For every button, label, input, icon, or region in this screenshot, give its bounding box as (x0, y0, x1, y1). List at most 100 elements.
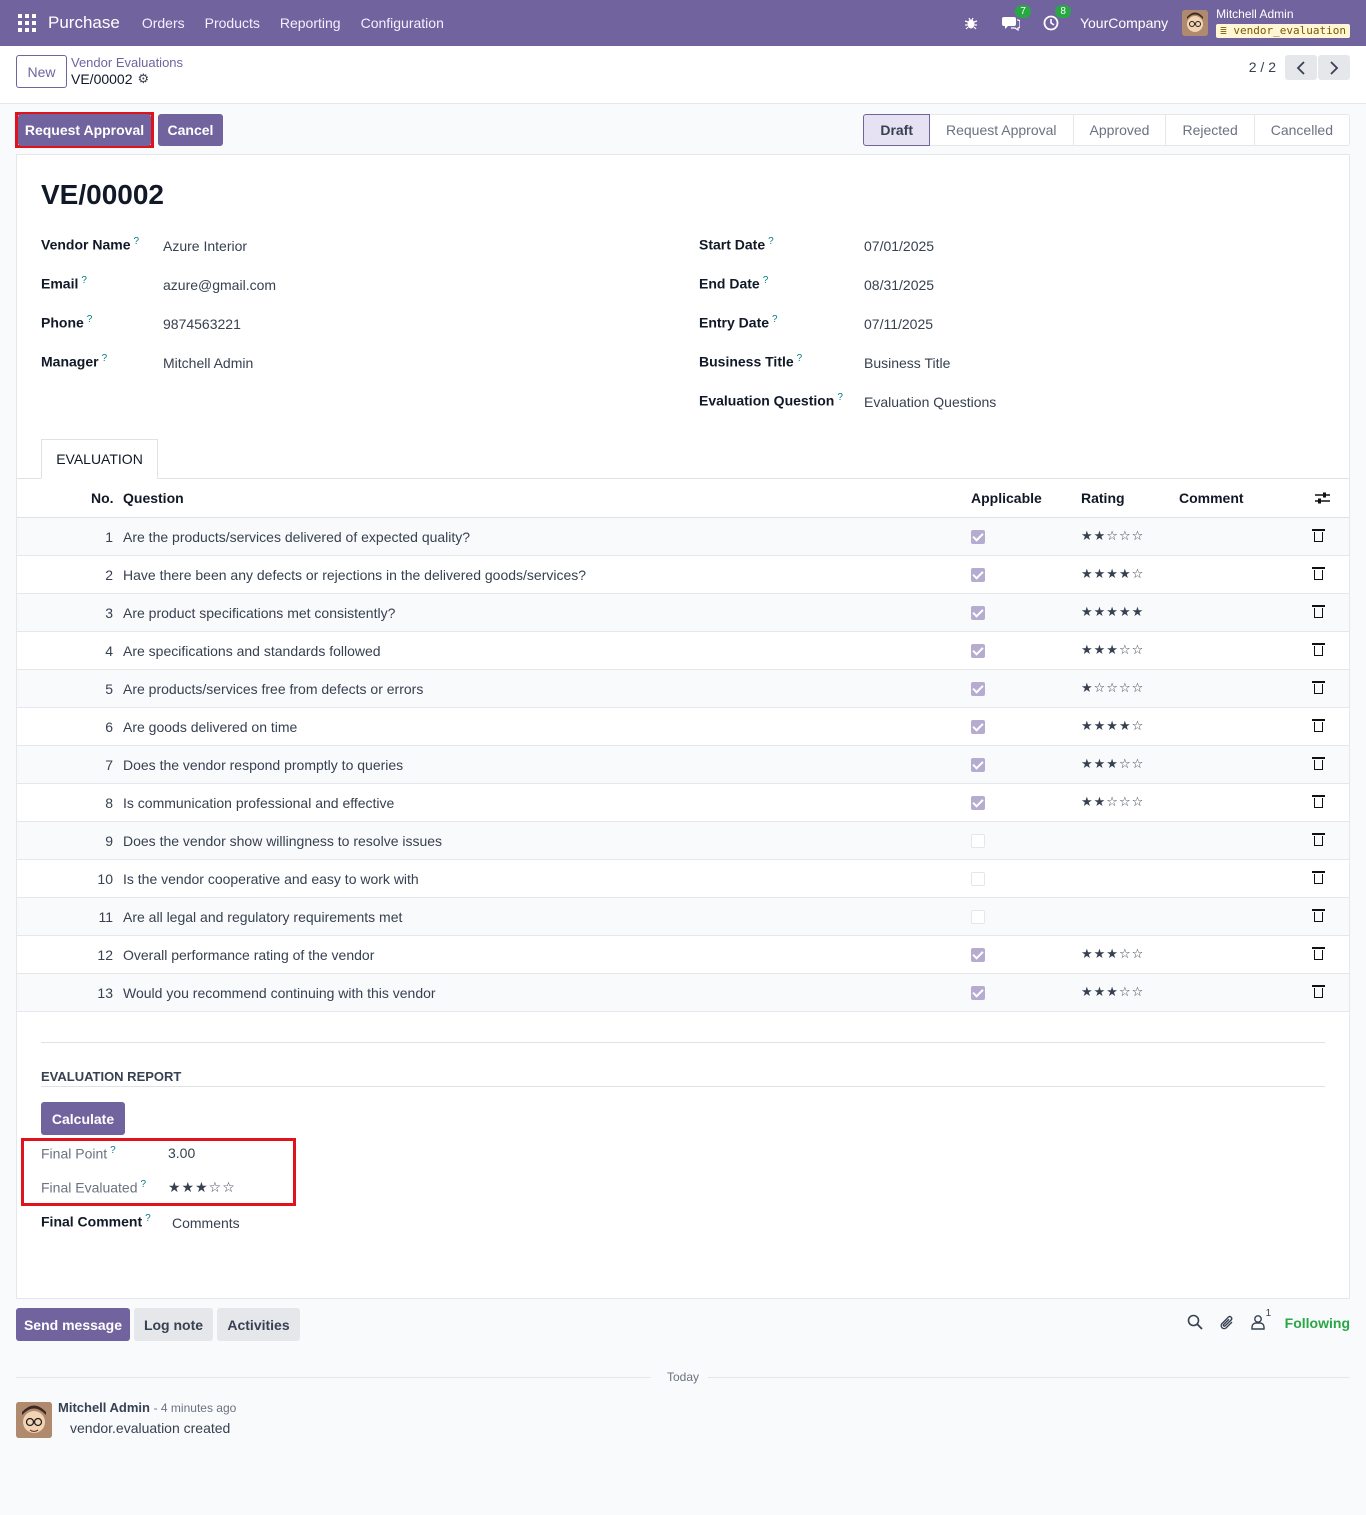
tab-evaluation[interactable]: EVALUATION (41, 439, 158, 479)
message-author-name[interactable]: Mitchell Admin (58, 1400, 150, 1415)
rating-stars[interactable]: ★☆☆☆☆ (1081, 680, 1144, 696)
entry-date-field[interactable]: 07/11/2025 (864, 316, 933, 332)
debug-bug-icon[interactable] (960, 12, 982, 34)
rating-stars[interactable]: ★★★★☆ (1081, 718, 1144, 734)
following-button[interactable]: Following (1285, 1315, 1350, 1331)
stage-rejected[interactable]: Rejected (1166, 114, 1255, 146)
stage-approved[interactable]: Approved (1073, 114, 1167, 146)
stage-draft[interactable]: Draft (863, 114, 930, 146)
business-title-field[interactable]: Business Title (864, 355, 950, 371)
pager-next-button[interactable] (1318, 55, 1350, 80)
app-name[interactable]: Purchase (48, 13, 120, 33)
final-comment-field[interactable]: Comments (172, 1215, 240, 1231)
table-row[interactable]: 4 Are specifications and standards follow… (17, 632, 1349, 670)
vendor-name-field[interactable]: Azure Interior (163, 238, 247, 254)
table-row[interactable]: 5 Are products/services free from defects… (17, 670, 1349, 708)
rating-stars[interactable]: ★★★☆☆ (1081, 756, 1144, 772)
menu-configuration[interactable]: Configuration (361, 15, 444, 31)
applicable-checkbox[interactable] (971, 796, 985, 810)
optional-columns-sliders-icon[interactable] (1315, 491, 1330, 508)
new-button[interactable]: New (16, 55, 67, 88)
activities-clock-icon[interactable]: 8 (1040, 5, 1071, 34)
phone-field[interactable]: 9874563221 (163, 316, 241, 332)
trash-icon[interactable] (1312, 529, 1325, 542)
applicable-checkbox[interactable] (971, 948, 985, 962)
trash-icon[interactable] (1312, 871, 1325, 884)
row-question[interactable]: Are product specifications met consisten… (123, 605, 395, 621)
rating-stars[interactable]: ★★★☆☆ (1081, 946, 1144, 962)
row-question[interactable]: Overall performance rating of the vendor (123, 947, 374, 963)
column-comment[interactable]: Comment (1179, 490, 1244, 506)
table-row[interactable]: 3 Are product specifications met consiste… (17, 594, 1349, 632)
trash-icon[interactable] (1312, 795, 1325, 808)
trash-icon[interactable] (1312, 605, 1325, 618)
menu-products[interactable]: Products (205, 15, 260, 31)
manager-field[interactable]: Mitchell Admin (163, 355, 253, 371)
applicable-checkbox[interactable] (971, 872, 985, 886)
trash-icon[interactable] (1312, 643, 1325, 656)
row-question[interactable]: Does the vendor show willingness to reso… (123, 833, 442, 849)
apps-grid-icon[interactable] (18, 14, 36, 32)
log-note-button[interactable]: Log note (134, 1308, 213, 1341)
applicable-checkbox[interactable] (971, 530, 985, 544)
start-date-field[interactable]: 07/01/2025 (864, 238, 934, 254)
row-question[interactable]: Are all legal and regulatory requirement… (123, 909, 402, 925)
column-no[interactable]: No. (91, 490, 114, 506)
applicable-checkbox[interactable] (971, 568, 985, 582)
paperclip-icon[interactable] (1219, 1314, 1237, 1332)
stage-request-approval[interactable]: Request Approval (930, 114, 1074, 146)
message-author-avatar[interactable] (16, 1402, 52, 1438)
table-row[interactable]: 11 Are all legal and regulatory requireme… (17, 898, 1349, 936)
trash-icon[interactable] (1312, 681, 1325, 694)
stage-cancelled[interactable]: Cancelled (1254, 114, 1350, 146)
table-row[interactable]: 10 Is the vendor cooperative and easy to … (17, 860, 1349, 898)
cancel-button[interactable]: Cancel (158, 114, 223, 146)
row-question[interactable]: Have there been any defects or rejection… (123, 567, 586, 583)
applicable-checkbox[interactable] (971, 644, 985, 658)
column-applicable[interactable]: Applicable (971, 490, 1042, 506)
search-icon[interactable] (1187, 1314, 1205, 1332)
company-switcher[interactable]: YourCompany (1080, 15, 1168, 31)
table-row[interactable]: 7 Does the vendor respond promptly to que… (17, 746, 1349, 784)
column-question[interactable]: Question (123, 490, 184, 506)
gear-icon[interactable]: ⚙ (138, 71, 150, 87)
request-approval-button[interactable]: Request Approval (18, 114, 151, 146)
rating-stars[interactable]: ★★☆☆☆ (1081, 528, 1144, 544)
trash-icon[interactable] (1312, 567, 1325, 580)
send-message-button[interactable]: Send message (16, 1308, 130, 1341)
calculate-button[interactable]: Calculate (41, 1102, 125, 1135)
breadcrumb-vendor-evaluations[interactable]: Vendor Evaluations (71, 55, 183, 70)
row-question[interactable]: Is the vendor cooperative and easy to wo… (123, 871, 419, 887)
followers-user-icon[interactable]: 1 (1250, 1308, 1277, 1332)
rating-stars[interactable]: ★★★★☆ (1081, 566, 1144, 582)
row-question[interactable]: Is communication professional and effect… (123, 795, 394, 811)
menu-reporting[interactable]: Reporting (280, 15, 341, 31)
rating-stars[interactable]: ★★★☆☆ (1081, 984, 1144, 1000)
rating-stars[interactable]: ★★★★★ (1081, 604, 1144, 620)
table-row[interactable]: 12 Overall performance rating of the vend… (17, 936, 1349, 974)
row-question[interactable]: Are the products/services delivered of e… (123, 529, 470, 545)
column-rating[interactable]: Rating (1081, 490, 1125, 506)
table-row[interactable]: 8 Is communication professional and effec… (17, 784, 1349, 822)
rating-stars[interactable]: ★★☆☆☆ (1081, 794, 1144, 810)
row-question[interactable]: Does the vendor respond promptly to quer… (123, 757, 403, 773)
user-menu[interactable]: Mitchell Admin ≣ vendor_evaluation (1216, 8, 1350, 38)
trash-icon[interactable] (1312, 719, 1325, 732)
row-question[interactable]: Are products/services free from defects … (123, 681, 423, 697)
user-avatar[interactable] (1182, 10, 1209, 36)
row-question[interactable]: Are goods delivered on time (123, 719, 297, 735)
applicable-checkbox[interactable] (971, 606, 985, 620)
applicable-checkbox[interactable] (971, 986, 985, 1000)
applicable-checkbox[interactable] (971, 682, 985, 696)
table-row[interactable]: 13 Would you recommend continuing with th… (17, 974, 1349, 1012)
end-date-field[interactable]: 08/31/2025 (864, 277, 934, 293)
activities-button[interactable]: Activities (217, 1308, 300, 1341)
trash-icon[interactable] (1312, 909, 1325, 922)
trash-icon[interactable] (1312, 757, 1325, 770)
table-row[interactable]: 1 Are the products/services delivered of … (17, 518, 1349, 556)
pager-value[interactable]: 2 / 2 (1249, 59, 1276, 75)
trash-icon[interactable] (1312, 833, 1325, 846)
row-question[interactable]: Would you recommend continuing with this… (123, 985, 436, 1001)
applicable-checkbox[interactable] (971, 720, 985, 734)
applicable-checkbox[interactable] (971, 758, 985, 772)
